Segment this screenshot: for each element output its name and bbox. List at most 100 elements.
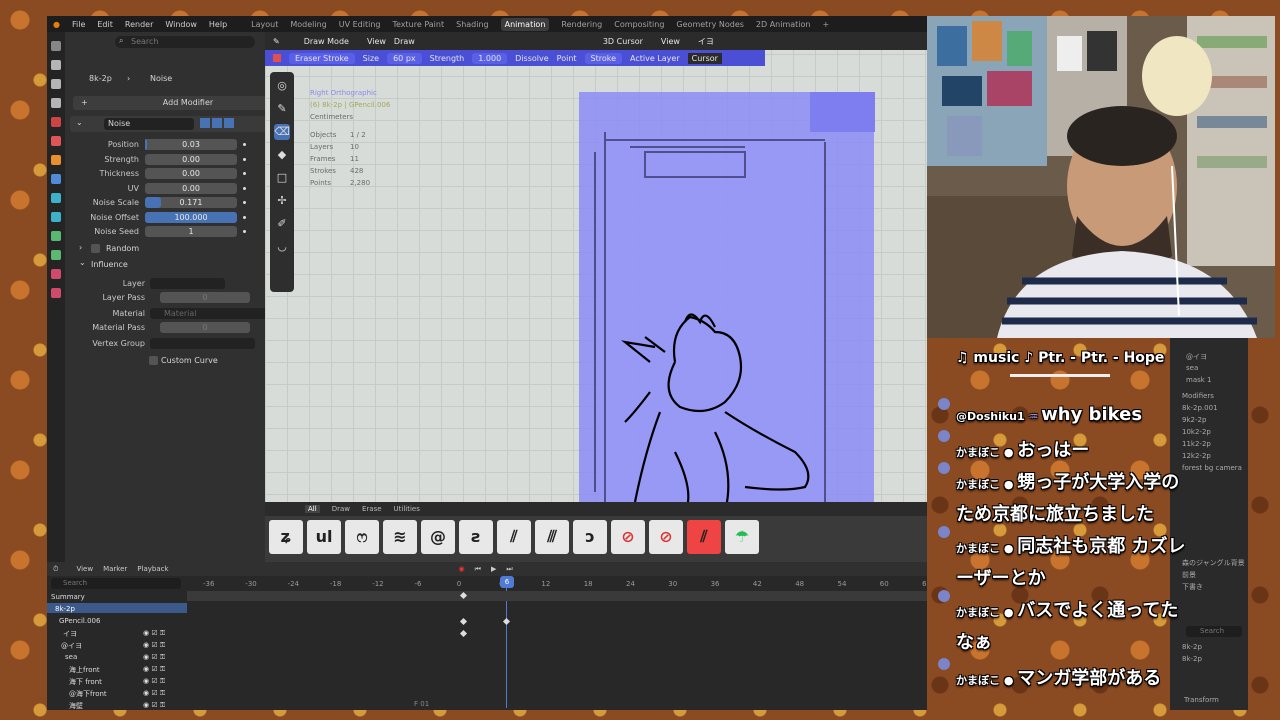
render-toggle-icon[interactable] xyxy=(224,118,234,128)
brush-eraser-stroke-icon[interactable]: ⊘ xyxy=(649,520,683,554)
output-tab-icon[interactable] xyxy=(51,79,61,89)
eyedropper-tool-icon[interactable]: ✐ xyxy=(274,216,290,232)
brush-tab-all[interactable]: All xyxy=(305,505,320,513)
channel-row[interactable]: イヨ xyxy=(63,629,77,639)
menu-render[interactable]: Render xyxy=(125,20,153,29)
brush-airbrush-icon[interactable]: ƨ xyxy=(459,520,493,554)
visibility-eye-icon[interactable]: ◉ ☑ ⚿ xyxy=(143,689,165,698)
keyframe-dot-icon[interactable] xyxy=(243,201,246,204)
curve-tool-icon[interactable]: ◡ xyxy=(274,239,290,255)
material-field[interactable]: Material xyxy=(150,308,270,319)
random-checkbox[interactable] xyxy=(91,244,100,253)
keyframe-dot-icon[interactable] xyxy=(243,157,246,161)
draw-menu[interactable]: Draw xyxy=(394,37,415,46)
tool-tab-icon[interactable] xyxy=(51,41,61,51)
brush-ink-icon[interactable]: ʑ xyxy=(269,520,303,554)
workspace-2d-animation[interactable]: 2D Animation xyxy=(756,20,811,29)
channel-search[interactable]: Search xyxy=(51,578,181,589)
channel-row[interactable]: 海上front xyxy=(69,665,100,675)
brush-eraser-soft-icon[interactable]: ⫽ xyxy=(687,520,721,554)
dope-view-menu[interactable]: View xyxy=(76,565,93,573)
brush-fill-icon[interactable]: ☂ xyxy=(725,520,759,554)
3d-viewport[interactable]: ✎ Draw Mode View Draw 3D Cursor View イヨ … xyxy=(265,32,927,562)
menu-file[interactable]: File xyxy=(72,20,85,29)
menu-help[interactable]: Help xyxy=(209,20,227,29)
field-value[interactable]: 0.00 xyxy=(145,168,237,179)
brush-dots-icon[interactable]: ⫽ xyxy=(497,520,531,554)
visibility-eye-icon[interactable]: ◉ ☑ ⚿ xyxy=(143,701,165,710)
effects-tab-icon[interactable] xyxy=(51,193,61,203)
draw-tool-icon[interactable]: ✎ xyxy=(274,101,290,117)
tool-select[interactable]: Eraser Stroke xyxy=(289,52,355,64)
data-tab-icon[interactable] xyxy=(51,250,61,260)
marker-menu[interactable]: Marker xyxy=(103,565,127,573)
brush-chisel-icon[interactable]: ≋ xyxy=(383,520,417,554)
current-frame-indicator[interactable]: 6 xyxy=(500,576,514,588)
tint-tool-icon[interactable]: ✢ xyxy=(274,193,290,209)
workspace-animation[interactable]: Animation xyxy=(500,17,550,31)
keyframe[interactable] xyxy=(459,629,468,638)
keyframe-dot-icon[interactable] xyxy=(243,215,246,219)
brush-pencil-icon[interactable]: @ xyxy=(421,520,455,554)
workspace-compositing[interactable]: Compositing xyxy=(614,20,664,29)
influence-expand-icon[interactable]: ⌄ xyxy=(79,258,86,267)
keyframe-dot-icon[interactable] xyxy=(243,143,246,146)
channel-row[interactable]: sea xyxy=(65,653,77,661)
keyframe-dot-icon[interactable] xyxy=(243,172,246,175)
layer-field[interactable] xyxy=(150,278,225,289)
jump-end-icon[interactable]: ⏭ xyxy=(506,565,512,574)
visibility-eye-icon[interactable]: ◉ ☑ ⚿ xyxy=(143,665,165,674)
field-value[interactable]: 0.00 xyxy=(145,182,237,194)
random-expand-icon[interactable]: › xyxy=(79,243,82,252)
visibility-eye-icon[interactable]: ◉ ☑ ⚿ xyxy=(143,641,165,650)
view-layer-tab-icon[interactable] xyxy=(51,98,61,108)
playback-menu[interactable]: Playback xyxy=(137,565,168,573)
workspace-shading[interactable]: Shading xyxy=(456,20,489,29)
view-menu-2[interactable]: View xyxy=(661,37,680,46)
field-value[interactable]: 100.000 xyxy=(145,211,237,223)
size-field[interactable]: 60 px xyxy=(387,52,422,64)
channel-row[interactable]: 海下 front xyxy=(69,677,102,687)
brush-tab-draw[interactable]: Draw xyxy=(332,505,350,513)
workspace-rendering[interactable]: Rendering xyxy=(561,20,602,29)
jump-start-icon[interactable]: ⏮ xyxy=(475,565,481,574)
physics-tab-icon[interactable] xyxy=(51,212,61,222)
channel-row[interactable]: GPencil.006 xyxy=(59,617,100,625)
select-tool-icon[interactable]: ◎ xyxy=(274,78,290,94)
material-tab-icon[interactable] xyxy=(51,269,61,279)
constraints-tab-icon[interactable] xyxy=(51,231,61,241)
material-pass-field[interactable]: 0 xyxy=(160,322,250,333)
texture-tab-icon[interactable] xyxy=(51,288,61,298)
visibility-eye-icon[interactable]: ◉ ☑ ⚿ xyxy=(143,677,165,686)
modifier-name-field[interactable]: Noise xyxy=(104,118,194,130)
dissolve-button[interactable]: Dissolve xyxy=(515,54,549,63)
menu-edit[interactable]: Edit xyxy=(97,20,113,29)
brush-eraser-point-icon[interactable]: ⊘ xyxy=(611,520,645,554)
workspace-modeling[interactable]: Modeling xyxy=(290,20,326,29)
scene-tab-icon[interactable] xyxy=(51,117,61,127)
custom-curve-checkbox[interactable] xyxy=(149,356,158,365)
brush-pen-icon[interactable]: ul xyxy=(307,520,341,554)
visibility-eye-icon[interactable]: ◉ ☑ ⚿ xyxy=(143,653,165,662)
brush-tab-erase[interactable]: Erase xyxy=(362,505,382,513)
brush-marker-icon[interactable]: ෆ xyxy=(345,520,379,554)
modifier-tab-icon[interactable] xyxy=(51,174,61,184)
editor-type-icon[interactable]: ✎ xyxy=(273,37,280,46)
render-tab-icon[interactable] xyxy=(51,60,61,70)
field-value[interactable]: 0.03 xyxy=(145,139,237,150)
workspace-uv-editing[interactable]: UV Editing xyxy=(339,20,381,29)
editor-type-icon[interactable]: ⏱ xyxy=(53,565,58,574)
add-workspace-button[interactable]: + xyxy=(822,20,829,29)
field-value[interactable]: 0.00 xyxy=(145,153,237,165)
brush-tab-utilities[interactable]: Utilities xyxy=(394,505,420,513)
fill-tool-icon[interactable]: ◆ xyxy=(274,147,290,163)
erase-tool-icon[interactable]: ⌫ xyxy=(274,124,290,140)
mode-select[interactable]: Draw Mode xyxy=(304,37,349,46)
brush-blur-icon[interactable]: ɔ xyxy=(573,520,607,554)
keyframe[interactable] xyxy=(502,617,511,626)
record-button[interactable]: ◉ xyxy=(459,565,465,573)
active-layer-toggle[interactable]: Active Layer xyxy=(630,54,680,63)
channel-row[interactable]: 8k-2p xyxy=(55,605,75,613)
field-value[interactable]: 0.171 xyxy=(145,197,237,208)
channel-row[interactable]: 海壁 xyxy=(69,701,83,710)
